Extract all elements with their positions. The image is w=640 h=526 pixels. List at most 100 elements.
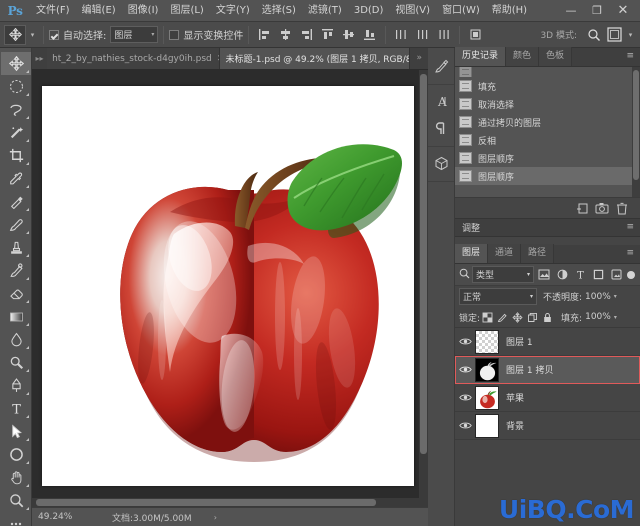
tab-channels[interactable]: 通道 bbox=[488, 244, 522, 263]
adjustment-filter-icon[interactable] bbox=[554, 266, 570, 283]
eraser-tool[interactable] bbox=[1, 282, 31, 305]
properties-brush-icon[interactable] bbox=[429, 54, 454, 79]
adjustments-panel-header[interactable]: 调整 ≡ bbox=[455, 218, 640, 237]
status-expand-arrow[interactable]: › bbox=[192, 513, 217, 522]
tab-overflow-button[interactable]: » bbox=[410, 48, 428, 69]
delete-icon[interactable] bbox=[612, 200, 632, 216]
layer-row-2[interactable]: 图层 1 拷贝 bbox=[455, 356, 640, 384]
layer-row-1[interactable]: 图层 1 bbox=[455, 328, 640, 356]
document-tab-2[interactable]: 未标题-1.psd @ 49.2% (图层 1 拷贝, RGB/8#) * ✕ bbox=[220, 48, 411, 69]
pixel-filter-icon[interactable] bbox=[536, 266, 552, 283]
tab-layers[interactable]: 图层 bbox=[455, 244, 489, 263]
new-document-from-state-icon[interactable] bbox=[572, 200, 592, 216]
history-scroll-thumb[interactable] bbox=[633, 70, 639, 180]
maximize-button[interactable]: ❐ bbox=[584, 1, 610, 21]
hand-tool[interactable] bbox=[1, 466, 31, 489]
artboard[interactable] bbox=[42, 86, 414, 486]
lock-all-icon[interactable] bbox=[540, 310, 555, 325]
menu-type[interactable]: 文字(Y) bbox=[210, 0, 256, 22]
clone-stamp-tool[interactable] bbox=[1, 236, 31, 259]
menu-select[interactable]: 选择(S) bbox=[256, 0, 302, 22]
history-list[interactable]: 填充 取消选择 通过拷贝的图层 反相 图层顺序 图层顺序 bbox=[455, 67, 640, 197]
shape-filter-icon[interactable] bbox=[590, 266, 606, 283]
marquee-tool[interactable] bbox=[1, 75, 31, 98]
lasso-tool[interactable] bbox=[1, 98, 31, 121]
lock-transparent-icon[interactable] bbox=[480, 310, 495, 325]
history-item-layer-order-2[interactable]: 图层顺序 bbox=[455, 167, 640, 185]
align-bottom-edges-button[interactable] bbox=[360, 25, 379, 44]
eye-icon[interactable] bbox=[455, 421, 475, 430]
adjustments-panel-menu-icon[interactable]: ≡ bbox=[620, 218, 640, 237]
history-scrollbar[interactable] bbox=[632, 67, 640, 197]
minimize-button[interactable]: — bbox=[558, 1, 584, 21]
opacity-caret-icon[interactable]: ▾ bbox=[614, 293, 617, 300]
gradient-tool[interactable] bbox=[1, 305, 31, 328]
show-transform-checkbox[interactable] bbox=[169, 29, 180, 40]
menu-edit[interactable]: 编辑(E) bbox=[76, 0, 122, 22]
close-button[interactable]: ✕ bbox=[610, 1, 636, 21]
move-tool[interactable] bbox=[1, 52, 31, 75]
workspace-switcher-icon[interactable] bbox=[605, 25, 624, 44]
history-item-fill[interactable]: 填充 bbox=[455, 77, 640, 95]
tool-preset-caret[interactable]: ▾ bbox=[27, 31, 38, 39]
lock-position-icon[interactable] bbox=[510, 310, 525, 325]
menu-help[interactable]: 帮助(H) bbox=[486, 0, 533, 22]
history-item-layer-via-copy[interactable]: 通过拷贝的图层 bbox=[455, 113, 640, 131]
crop-tool[interactable] bbox=[1, 144, 31, 167]
blend-mode-dropdown[interactable]: 正常 ▾ bbox=[459, 288, 537, 305]
canvas-horizontal-scroll-thumb[interactable] bbox=[36, 499, 376, 506]
layer-thumbnail[interactable] bbox=[475, 357, 499, 382]
pen-tool[interactable] bbox=[1, 374, 31, 397]
menu-layer[interactable]: 图层(L) bbox=[164, 0, 209, 22]
align-right-edges-button[interactable] bbox=[297, 25, 316, 44]
auto-align-layers-button[interactable] bbox=[466, 25, 485, 44]
canvas-horizontal-scrollbar[interactable] bbox=[32, 498, 428, 507]
3d-cube-icon[interactable] bbox=[429, 151, 454, 176]
tab-color[interactable]: 颜色 bbox=[506, 47, 540, 66]
move-tool-icon[interactable] bbox=[4, 24, 26, 45]
menu-filter[interactable]: 滤镜(T) bbox=[302, 0, 348, 22]
filter-kind-dropdown[interactable]: 类型 ▾ bbox=[472, 266, 534, 283]
workspace-caret[interactable]: ▾ bbox=[625, 31, 636, 39]
tab-swatches[interactable]: 色板 bbox=[539, 47, 573, 66]
align-horizontal-centers-button[interactable] bbox=[276, 25, 295, 44]
document-tab-1[interactable]: ht_2_by_nathies_stock-d4gy0ih.psd ✕ bbox=[47, 48, 221, 69]
character-panel-icon[interactable]: A bbox=[429, 89, 454, 114]
filter-toggle[interactable] bbox=[627, 270, 635, 279]
layer-thumbnail[interactable] bbox=[475, 413, 499, 438]
tab-history[interactable]: 历史记录 bbox=[455, 47, 507, 66]
paragraph-panel-icon[interactable] bbox=[429, 116, 454, 141]
tab-grip-icon[interactable]: ▸▸ bbox=[32, 47, 47, 69]
brush-tool[interactable] bbox=[1, 213, 31, 236]
align-left-edges-button[interactable] bbox=[255, 25, 274, 44]
menu-view[interactable]: 视图(V) bbox=[389, 0, 436, 22]
opacity-value[interactable]: 100% bbox=[585, 292, 611, 302]
menu-3d[interactable]: 3D(D) bbox=[348, 0, 390, 22]
align-top-edges-button[interactable] bbox=[318, 25, 337, 44]
menu-window[interactable]: 窗口(W) bbox=[436, 0, 486, 22]
canvas-area[interactable] bbox=[32, 70, 428, 507]
fill-caret-icon[interactable]: ▾ bbox=[614, 314, 617, 321]
layer-thumbnail[interactable] bbox=[475, 385, 499, 410]
blur-tool[interactable] bbox=[1, 328, 31, 351]
zoom-level[interactable]: 49.24% bbox=[32, 512, 102, 522]
menu-image[interactable]: 图像(I) bbox=[122, 0, 165, 22]
ellipse-shape-tool[interactable] bbox=[1, 443, 31, 466]
magic-wand-tool[interactable] bbox=[1, 121, 31, 144]
history-brush-tool[interactable] bbox=[1, 259, 31, 282]
distribute-right-button[interactable] bbox=[434, 25, 453, 44]
dodge-tool[interactable] bbox=[1, 351, 31, 374]
zoom-tool[interactable] bbox=[1, 489, 31, 512]
tab-paths[interactable]: 路径 bbox=[521, 244, 555, 263]
type-tool[interactable]: T bbox=[1, 397, 31, 420]
history-item-layer-order-1[interactable]: 图层顺序 bbox=[455, 149, 640, 167]
search-icon[interactable] bbox=[459, 268, 470, 282]
healing-brush-tool[interactable] bbox=[1, 190, 31, 213]
fill-value[interactable]: 100% bbox=[585, 312, 611, 322]
canvas-vertical-scroll-thumb[interactable] bbox=[420, 74, 427, 454]
menu-file[interactable]: 文件(F) bbox=[30, 0, 76, 22]
history-item-partial[interactable] bbox=[455, 67, 640, 77]
canvas-vertical-scrollbar[interactable] bbox=[419, 70, 428, 507]
eye-icon[interactable] bbox=[455, 393, 475, 402]
type-filter-icon[interactable]: T bbox=[572, 266, 588, 283]
